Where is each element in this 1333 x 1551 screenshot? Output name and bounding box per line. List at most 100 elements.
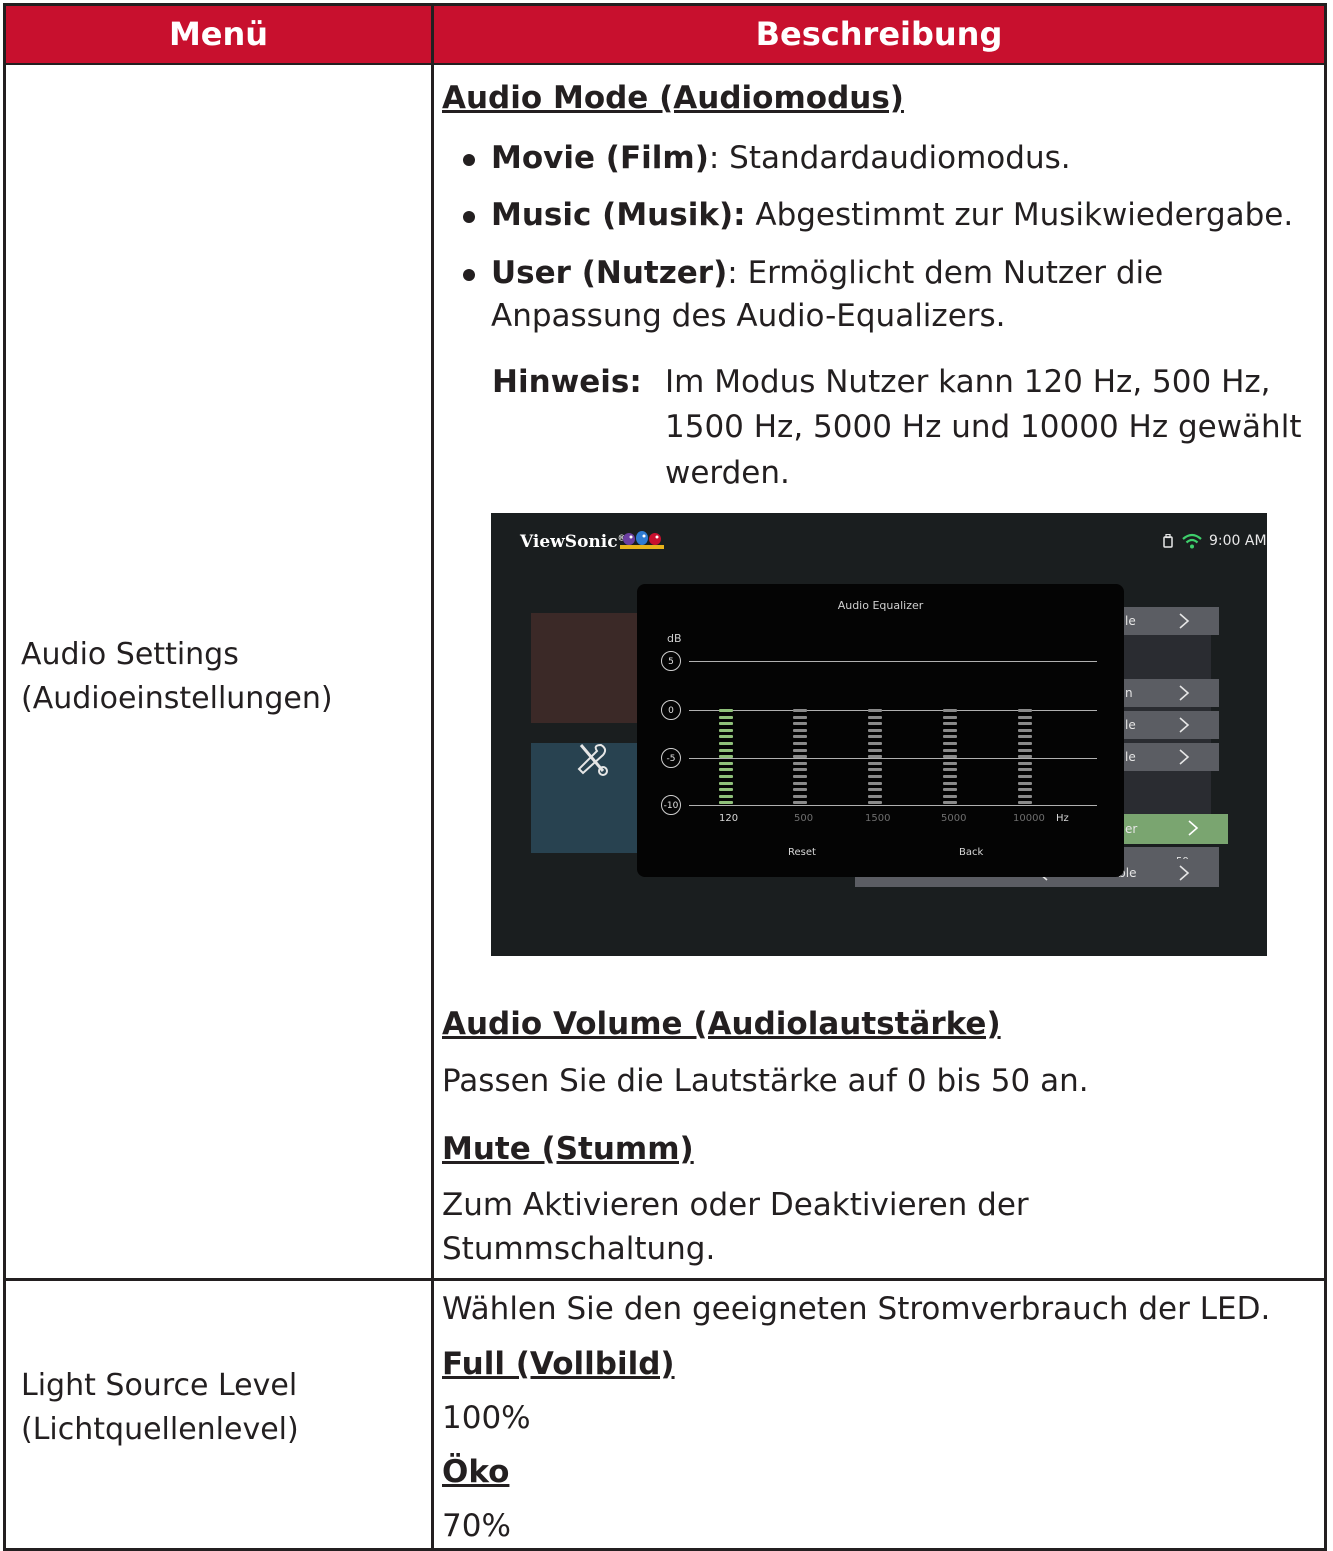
audio-mode-heading: Audio Mode (Audiomodus) <box>442 80 904 116</box>
reset-button[interactable]: Reset <box>788 847 816 858</box>
table-header: Menü Beschreibung <box>6 6 1324 63</box>
column-divider <box>431 6 434 1551</box>
band-bar-segment <box>868 709 882 712</box>
chevron-right-icon[interactable] <box>1177 864 1191 882</box>
band-bar-segment <box>719 709 733 712</box>
header-menu: Menü <box>168 15 269 53</box>
band-bar-segment <box>943 775 957 778</box>
menu-light-source-level: Light Source Level (Lichtquellenlevel) <box>21 1364 299 1452</box>
band-bar-segment <box>719 722 733 726</box>
band-bar-segment <box>719 735 733 739</box>
back-button[interactable]: Back <box>959 847 983 858</box>
band-bar-segment <box>868 735 882 739</box>
audio-volume-text: Passen Sie die Lautstärke auf 0 bis 50 a… <box>442 1063 1089 1099</box>
audio-volume-heading: Audio Volume (Audiolautstärke) <box>442 1006 1001 1042</box>
menu-audio-settings-line1: Audio Settings <box>21 637 239 672</box>
bullet-dot <box>463 269 475 281</box>
band-bar-segment <box>793 748 807 752</box>
band-bar-segment <box>1018 735 1032 739</box>
band-bar-segment <box>943 748 957 752</box>
band-bar-segment <box>868 801 882 805</box>
band-bar-segment <box>943 761 957 765</box>
item-text: : Standardaudiomodus. <box>708 140 1071 176</box>
band-bar-segment <box>1018 709 1032 712</box>
mute-text-line1: Zum Aktivieren oder Deaktivieren der <box>442 1187 1029 1223</box>
item-text: Abgestimmt zur Musikwiedergabe. <box>745 197 1294 233</box>
equalizer-title: Audio Equalizer <box>837 599 924 612</box>
band-bar-segment <box>793 794 807 798</box>
band-bar-segment <box>943 794 957 798</box>
viewsonic-birds-icon <box>620 531 664 549</box>
side-menu-label: er <box>1125 822 1138 836</box>
bullet-dot <box>463 211 475 223</box>
item-term: Movie (Film) <box>491 140 709 176</box>
clock: 9:00 AM <box>1209 533 1267 549</box>
item-term: User (Nutzer) <box>491 255 728 291</box>
band-bar-segment <box>943 728 957 732</box>
band-bar-segment <box>943 755 957 759</box>
band-bar-segment <box>793 715 807 719</box>
band-bar-segment <box>719 755 733 759</box>
band-bar-segment <box>868 755 882 759</box>
level-line <box>689 710 1097 711</box>
band-label: 5000 <box>941 813 967 824</box>
band-bar-segment <box>1018 788 1032 792</box>
usb-icon <box>1163 534 1173 548</box>
eco-value: 70% <box>442 1508 511 1544</box>
item-term: Music (Musik): <box>491 197 746 233</box>
side-menu-label: le <box>1125 614 1136 628</box>
band-bar-segment <box>719 801 733 805</box>
level-marker: -10 <box>661 795 681 815</box>
band-bar-segment <box>868 722 882 726</box>
level-line <box>689 758 1097 759</box>
band-bar-segment <box>1018 761 1032 765</box>
band-bar-segment <box>793 742 807 745</box>
side-menu-label: le <box>1125 750 1136 764</box>
band-bar-segment <box>719 761 733 765</box>
db-label: dB <box>667 632 682 645</box>
band-bar-segment <box>868 768 882 772</box>
band-bar-segment <box>868 761 882 765</box>
light-source-intro: Wählen Sie den geeigneten Stromverbrauch… <box>442 1291 1271 1327</box>
band-bar-segment <box>1018 781 1032 785</box>
band-bar-segment <box>868 715 882 719</box>
audio-equalizer-dialog: Audio Equalizer dB 5 0 -5 -10 120 500 15… <box>637 584 1124 877</box>
header-description: Beschreibung <box>755 15 1003 53</box>
background-tile <box>531 613 651 723</box>
band-bar-segment <box>793 768 807 772</box>
note-line-3: werden. <box>665 455 790 491</box>
band-bar-segment <box>1018 715 1032 719</box>
item-text: : Ermöglicht dem Nutzer die <box>727 255 1164 291</box>
chevron-right-icon <box>1188 820 1199 836</box>
band-bar-segment <box>793 722 807 726</box>
band-bar-segment <box>793 728 807 732</box>
level-marker: 0 <box>661 700 681 720</box>
band-bar-segment <box>793 761 807 765</box>
bullet-dot <box>463 154 475 166</box>
band-bar-segment <box>1018 768 1032 772</box>
band-bar-segment <box>943 709 957 712</box>
band-label: 1500 <box>865 813 891 824</box>
band-bar-segment <box>1018 722 1032 726</box>
band-bar-segment <box>1018 742 1032 745</box>
band-bar-segment <box>793 735 807 739</box>
band-bar-segment <box>868 742 882 745</box>
band-bar-segment <box>1018 775 1032 778</box>
band-bar-segment <box>793 775 807 778</box>
band-bar-segment <box>793 788 807 792</box>
band-label: 10000 <box>1013 813 1045 824</box>
full-value: 100% <box>442 1400 531 1436</box>
band-bar-segment <box>793 801 807 805</box>
band-bar-segment <box>1018 728 1032 732</box>
band-bar-segment <box>868 788 882 792</box>
band-bar-segment <box>943 788 957 792</box>
band-bar-segment <box>868 794 882 798</box>
tools-icon <box>577 743 608 776</box>
wifi-icon <box>1182 533 1202 549</box>
band-label: 120 <box>719 813 739 824</box>
mute-text-line2: Stummschaltung. <box>442 1231 716 1267</box>
level-marker: 5 <box>661 651 681 671</box>
chevron-right-icon <box>1179 613 1190 629</box>
note-line-1: Im Modus Nutzer kann 120 Hz, 500 Hz, <box>665 364 1271 400</box>
projector-audio-screenshot: ViewSonic® 9:00 AM le n le le er 5 0 <box>491 513 1267 956</box>
